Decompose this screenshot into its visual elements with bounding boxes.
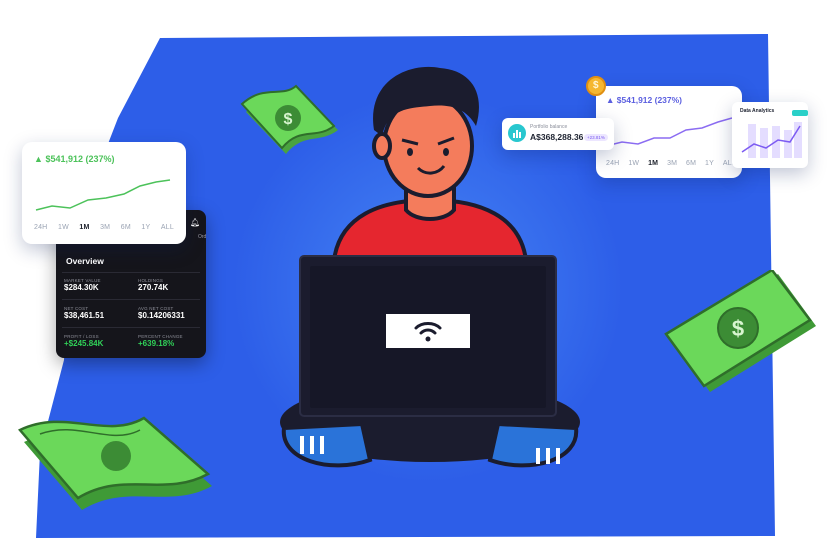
- tab-1w[interactable]: 1W: [58, 224, 69, 231]
- right-portfolio-card: ▲ $541,912 (237%) 24H 1W 1M 3M 6M 1Y ALL: [596, 86, 742, 178]
- analytics-chart: [741, 122, 802, 158]
- analytics-title: Data Analytics: [740, 108, 775, 114]
- left-card-tabs: 24H 1W 1M 3M 6M 1Y ALL: [34, 224, 174, 231]
- tab-1w[interactable]: 1W: [628, 160, 639, 167]
- stat-profit-loss: PROFIT / LOSS +$245.84K: [64, 334, 104, 348]
- tab-1m[interactable]: 1M: [79, 224, 89, 231]
- analytics-chip: [792, 110, 808, 116]
- tab-1y[interactable]: 1Y: [141, 224, 150, 231]
- divider: [62, 327, 200, 328]
- stat-net-cost: NET COST $38,461.51: [64, 306, 105, 320]
- data-analytics-card: Data Analytics: [732, 102, 808, 168]
- up-triangle-icon: ▲: [34, 154, 43, 164]
- peek-text: Ord: [198, 234, 207, 240]
- up-triangle-icon: ▲: [606, 95, 615, 105]
- left-card-line: [35, 179, 171, 211]
- stat-avg-net-cost: AVG NET COST $0.14206331: [138, 306, 185, 320]
- tab-3m[interactable]: 3M: [667, 160, 677, 167]
- stat-holdings: HOLDINGS 270.74K: [138, 278, 169, 292]
- divider: [62, 299, 200, 300]
- stat-percent-change: PERCENT CHANGE +639.18%: [138, 334, 183, 348]
- portfolio-value: A$368,288.36: [530, 132, 584, 142]
- stat-market-value: MARKET VALUE $284.30K: [64, 278, 101, 292]
- portfolio-balance-pill: Portfolio balance A$368,288.36 +23.81%: [502, 118, 614, 150]
- overview-title: Overview: [66, 256, 104, 266]
- dollar-bill-icon: $: [664, 270, 816, 392]
- tab-24h[interactable]: 24H: [606, 160, 619, 167]
- divider: [62, 272, 200, 273]
- tab-3m[interactable]: 3M: [100, 224, 110, 231]
- portfolio-label: Portfolio balance: [530, 124, 568, 130]
- tab-1m[interactable]: 1M: [648, 160, 658, 167]
- tab-6m[interactable]: 6M: [686, 160, 696, 167]
- tab-24h[interactable]: 24H: [34, 224, 47, 231]
- tab-all[interactable]: ALL: [161, 224, 174, 231]
- bar-chart-icon: [508, 124, 526, 142]
- svg-text:$: $: [732, 316, 744, 341]
- right-card-value: $541,912 (237%): [616, 95, 683, 105]
- left-card-value: $541,912 (237%): [45, 154, 115, 164]
- coin-icon: $: [586, 76, 606, 96]
- tab-6m[interactable]: 6M: [121, 224, 131, 231]
- bell-icon[interactable]: 🔔︎: [190, 218, 200, 227]
- portfolio-badge: +23.81%: [584, 134, 608, 141]
- dollar-bill-icon: [18, 416, 212, 510]
- left-portfolio-card: ▲ $541,912 (237%) 24H 1W 1M 3M 6M 1Y ALL: [22, 142, 186, 244]
- tab-1y[interactable]: 1Y: [705, 160, 714, 167]
- right-card-line: [605, 117, 733, 147]
- right-card-tabs: 24H 1W 1M 3M 6M 1Y ALL: [606, 160, 736, 167]
